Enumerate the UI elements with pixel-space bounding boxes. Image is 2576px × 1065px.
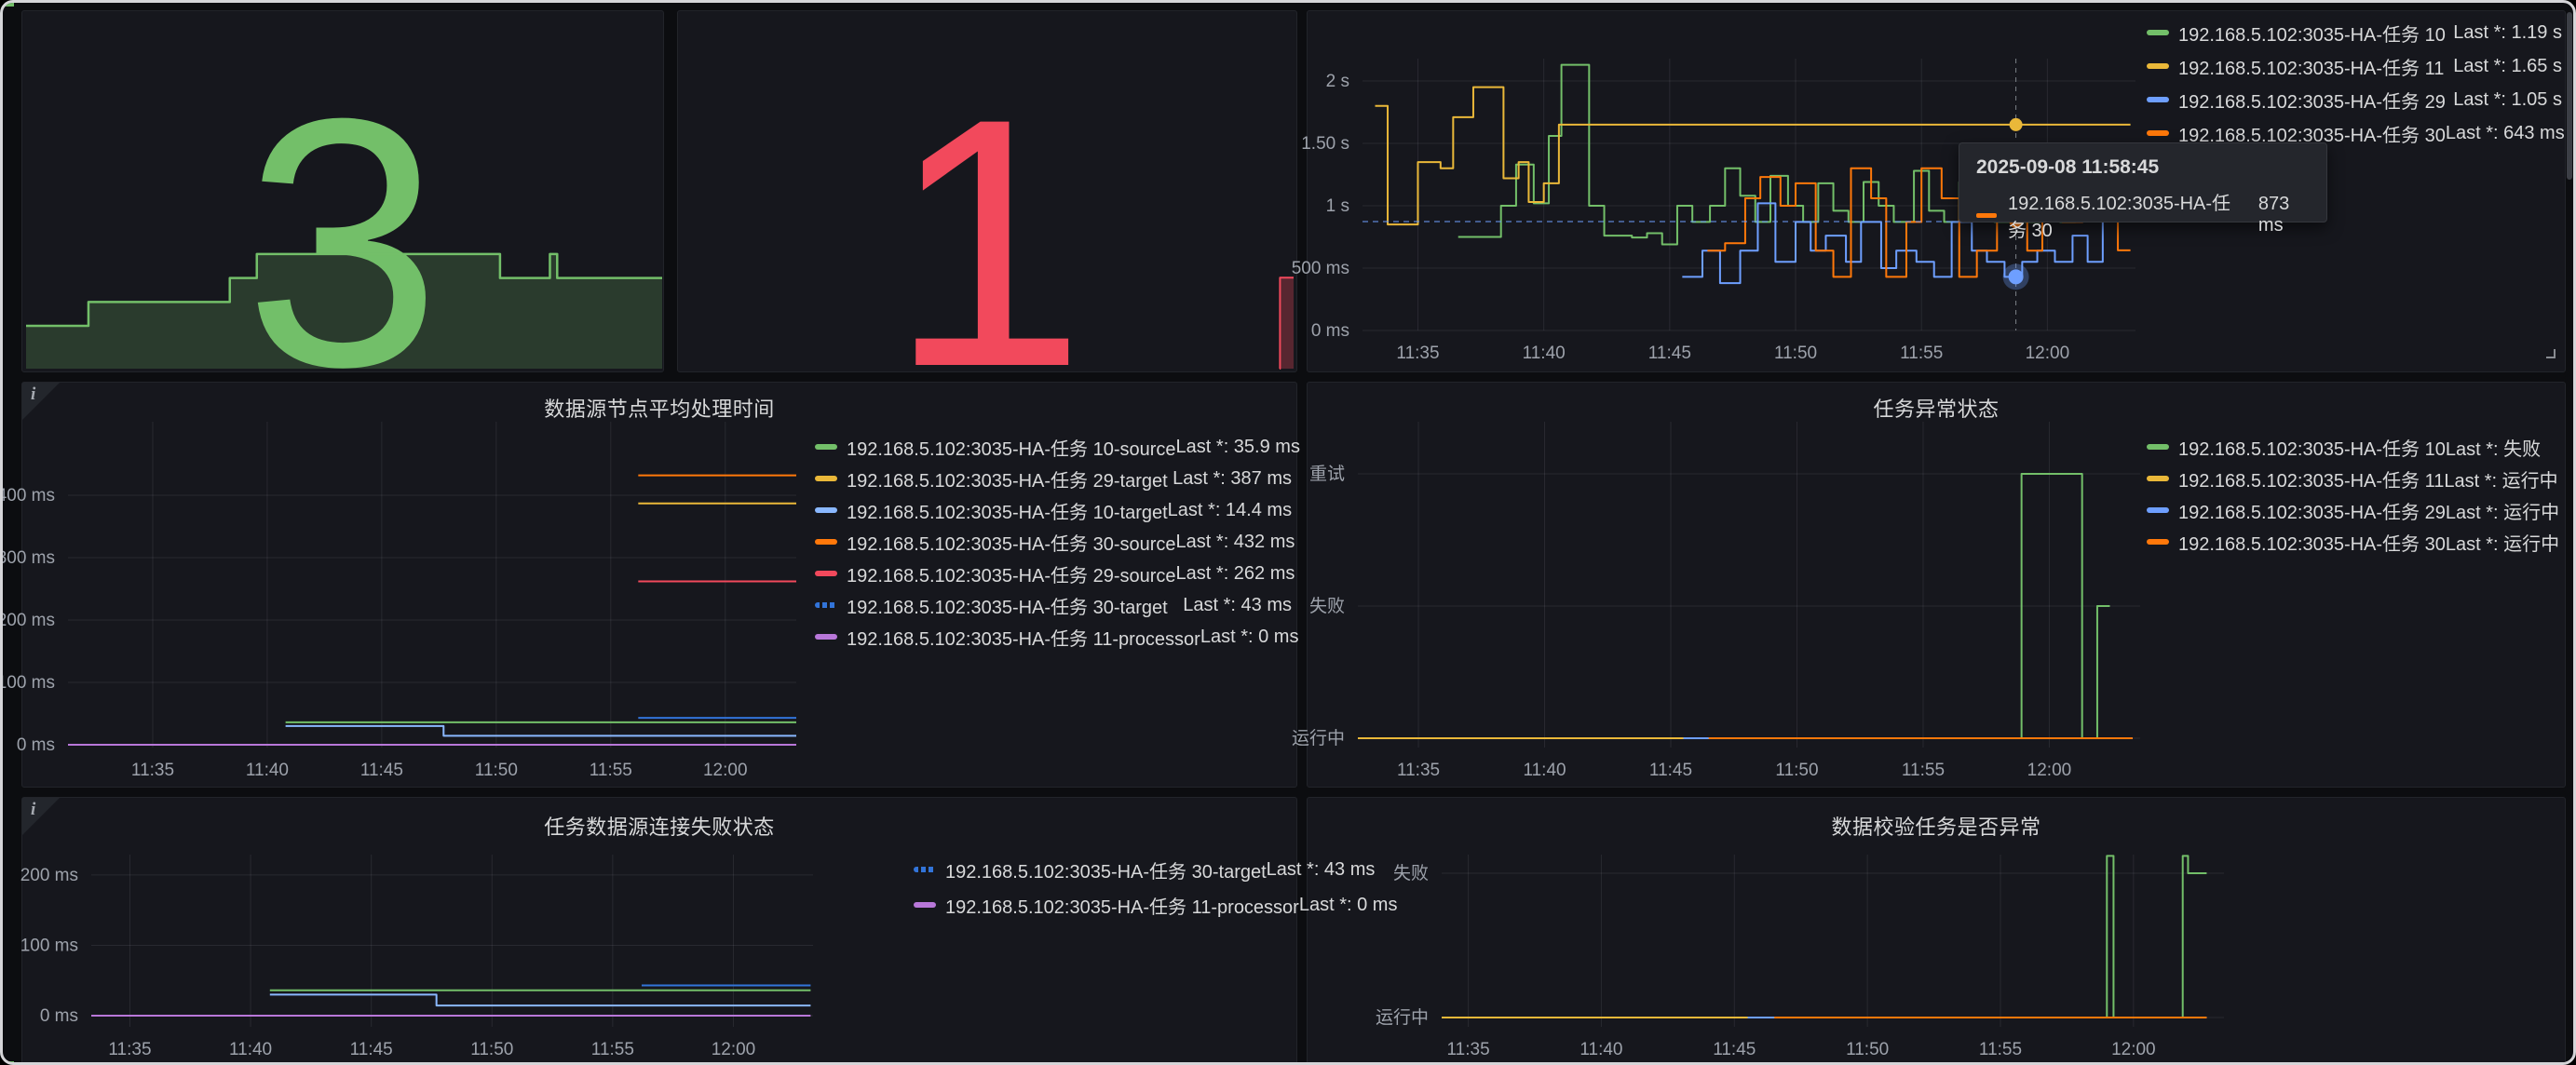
legend-series-label: 192.168.5.102:3035-HA-任务 10	[2178, 20, 2446, 47]
panel-title-verify[interactable]: 数据校验任务是否异常	[1307, 811, 2566, 841]
legend-series-swatch-icon	[815, 507, 837, 513]
legend-series-label: 192.168.5.102:3035-HA-任务 29	[2178, 87, 2446, 114]
legend-series-last-value: Last *: 1.05 s	[2453, 89, 2562, 111]
clipped-text-fragment	[5, 3, 14, 7]
legend-item[interactable]: 192.168.5.102:3035-HA-任务 11 Last *: 1.65 …	[2147, 49, 2562, 83]
legend-series-last-value: Last *: 运行中	[2446, 497, 2559, 524]
legend-item[interactable]: 192.168.5.102:3035-HA-任务 10-sourceLast *…	[815, 431, 1292, 463]
legend-series-last-value: Last *: 43 ms	[1267, 859, 1376, 881]
running-tasks-value: 3	[244, 84, 441, 402]
legend-item[interactable]: 192.168.5.102:3035-HA-任务 11-processorLas…	[815, 621, 1292, 653]
legend-series-label: 192.168.5.102:3035-HA-任务 11	[2178, 53, 2444, 80]
legend-series-label: 192.168.5.102:3035-HA-任务 30-target	[945, 856, 1267, 883]
legend-series-last-value: Last *: 运行中	[2446, 529, 2559, 556]
legend-series-last-value: Last *: 35.9 ms	[1176, 437, 1300, 458]
legend-series-swatch-icon	[2147, 539, 2169, 545]
legend-item[interactable]: 192.168.5.102:3035-HA-任务 29 Last *: 1.05 …	[2147, 83, 2562, 116]
legend-series-swatch-icon	[914, 902, 936, 908]
legend-item[interactable]: 192.168.5.102:3035-HA-任务 30-target Last *…	[815, 589, 1292, 621]
panel-running-tasks-stat: 3	[21, 10, 664, 372]
legend-series-label: 192.168.5.102:3035-HA-任务 11-processor	[847, 624, 1200, 651]
legend-series-swatch-icon	[815, 571, 837, 576]
legend-series-last-value: Last *: 387 ms	[1173, 468, 1292, 490]
tooltip-series-swatch	[1976, 213, 1997, 218]
legend-series-swatch-icon	[2147, 444, 2169, 450]
clipped-text-fragment	[3, 1061, 14, 1065]
legend-item[interactable]: 192.168.5.102:3035-HA-任务 30-sourceLast *…	[815, 526, 1292, 558]
legend-series-label: 192.168.5.102:3035-HA-任务 10-target	[847, 497, 1168, 524]
legend-series-last-value: Last *: 0 ms	[1200, 627, 1299, 648]
tooltip-timestamp: 2025-09-08 11:58:45	[1976, 156, 2310, 179]
grafana-dashboard: 3 1 i i 数据源节点平均处理时间 任务异常状态 任务数据源连接失败状态 数…	[0, 0, 2576, 1065]
legend-series-label: 192.168.5.102:3035-HA-任务 29-source	[847, 560, 1176, 587]
legend-series-label: 192.168.5.102:3035-HA-任务 30-source	[847, 529, 1176, 556]
legend-series-swatch-icon	[815, 444, 837, 450]
legend-series-label: 192.168.5.102:3035-HA-任务 29	[2178, 497, 2446, 524]
panel-resize-handle-icon[interactable]	[2546, 349, 2556, 358]
legend-item[interactable]: 192.168.5.102:3035-HA-任务 11-processorLas…	[914, 887, 1294, 923]
legend-task-duration: 192.168.5.102:3035-HA-任务 10 Last *: 1.19 …	[2147, 16, 2562, 150]
legend-series-label: 192.168.5.102:3035-HA-任务 10-source	[847, 434, 1176, 461]
legend-series-swatch-icon	[2147, 476, 2169, 481]
legend-item[interactable]: 192.168.5.102:3035-HA-任务 30Last *: 运行中	[2147, 526, 2532, 558]
legend-series-label: 192.168.5.102:3035-HA-任务 11-processor	[945, 892, 1299, 919]
legend-series-last-value: Last *: 1.65 s	[2453, 56, 2562, 77]
legend-item[interactable]: 192.168.5.102:3035-HA-任务 10 Last *: 1.19 …	[2147, 16, 2562, 49]
legend-series-last-value: Last *: 0 ms	[1299, 895, 1398, 916]
legend-conn-fail: 192.168.5.102:3035-HA-任务 30-targetLast *…	[914, 852, 1294, 923]
legend-series-swatch-icon	[2147, 507, 2169, 513]
legend-series-label: 192.168.5.102:3035-HA-任务 30-target	[847, 592, 1168, 619]
legend-item[interactable]: 192.168.5.102:3035-HA-任务 29Last *: 运行中	[2147, 494, 2532, 526]
tooltip-series-value: 873 ms	[2258, 194, 2310, 236]
legend-series-swatch-icon	[2147, 30, 2169, 35]
legend-item[interactable]: 192.168.5.102:3035-HA-任务 10-targetLast *…	[815, 494, 1292, 526]
legend-item[interactable]: 192.168.5.102:3035-HA-任务 29-targetLast *…	[815, 463, 1292, 494]
legend-series-last-value: Last *: 643 ms	[2446, 123, 2565, 144]
legend-item[interactable]: 192.168.5.102:3035-HA-任务 30-targetLast *…	[914, 852, 1294, 887]
vertical-scrollbar[interactable]	[2567, 12, 2572, 180]
legend-series-swatch-icon	[914, 867, 936, 872]
chart-tooltip: 2025-09-08 11:58:45 192.168.5.102:3035-H…	[1959, 142, 2327, 222]
legend-series-last-value: Last *: 262 ms	[1176, 563, 1295, 585]
legend-series-swatch-icon	[815, 634, 837, 640]
legend-series-swatch-icon	[815, 539, 837, 545]
legend-series-last-value: Last *: 432 ms	[1176, 532, 1295, 553]
failed-tasks-value: 1	[888, 84, 1085, 402]
legend-series-last-value: Last *: 14.4 ms	[1168, 500, 1292, 521]
legend-series-label: 192.168.5.102:3035-HA-任务 11	[2178, 465, 2444, 492]
legend-proc-time: 192.168.5.102:3035-HA-任务 10-source Last *…	[815, 431, 1292, 653]
legend-series-swatch-icon	[2147, 130, 2169, 136]
legend-item[interactable]: 192.168.5.102:3035-HA-任务 10Last *: 失败	[2147, 431, 2532, 463]
panel-title-task-status[interactable]: 任务异常状态	[1307, 393, 2566, 423]
legend-series-label: 192.168.5.102:3035-HA-任务 10	[2178, 434, 2446, 461]
legend-series-last-value: Last *: 43 ms	[1183, 595, 1292, 616]
legend-item[interactable]: 192.168.5.102:3035-HA-任务 29-sourceLast *…	[815, 558, 1292, 589]
legend-series-swatch-icon	[815, 602, 837, 608]
legend-item[interactable]: 192.168.5.102:3035-HA-任务 11Last *: 运行中	[2147, 463, 2532, 494]
legend-series-last-value: Last *: 失败	[2446, 434, 2541, 461]
panel-title-proc-time[interactable]: 数据源节点平均处理时间	[21, 393, 1297, 423]
legend-task-status: 192.168.5.102:3035-HA-任务 10Last *: 失败192…	[2147, 431, 2532, 558]
legend-series-swatch-icon	[2147, 97, 2169, 102]
panel-failed-tasks-stat: 1	[677, 10, 1297, 372]
tooltip-series-label: 192.168.5.102:3035-HA-任务 30	[2008, 188, 2232, 242]
panel-title-conn-fail[interactable]: 任务数据源连接失败状态	[21, 811, 1297, 841]
legend-series-last-value: Last *: 1.19 s	[2453, 22, 2562, 44]
legend-series-label: 192.168.5.102:3035-HA-任务 30	[2178, 529, 2446, 556]
legend-series-last-value: Last *: 运行中	[2444, 465, 2557, 492]
legend-series-label: 192.168.5.102:3035-HA-任务 29-target	[847, 465, 1168, 492]
legend-series-swatch-icon	[2147, 63, 2169, 69]
legend-series-swatch-icon	[815, 476, 837, 481]
